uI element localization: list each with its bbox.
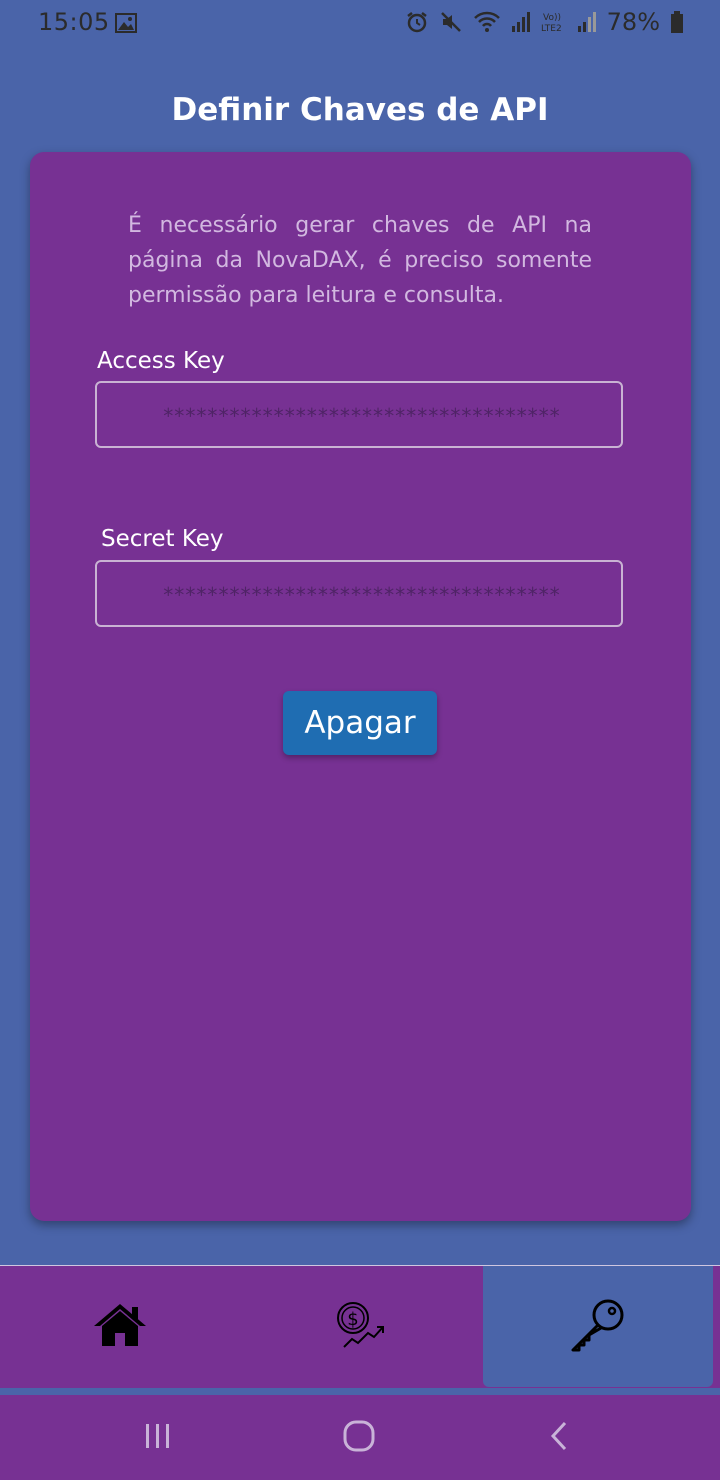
recent-apps-icon bbox=[143, 1422, 173, 1454]
access-key-input[interactable] bbox=[97, 383, 625, 448]
page-title: Definir Chaves de API bbox=[171, 92, 549, 128]
info-text: É necessário gerar chaves de API na pági… bbox=[128, 213, 592, 308]
back-nav-button[interactable] bbox=[520, 1395, 600, 1480]
dollar-growth-icon: $ bbox=[334, 1299, 386, 1355]
alarm-icon bbox=[405, 10, 429, 34]
status-icons: Vo)) LTE2 78% bbox=[405, 8, 684, 36]
battery-percent: 78% bbox=[606, 8, 660, 36]
back-icon bbox=[548, 1421, 572, 1455]
signal-icon bbox=[577, 11, 597, 33]
wifi-icon bbox=[473, 10, 501, 34]
key-icon bbox=[568, 1295, 628, 1359]
secret-key-label: Secret Key bbox=[101, 526, 224, 552]
svg-text:Vo)): Vo)) bbox=[543, 13, 561, 23]
secret-key-field[interactable] bbox=[95, 560, 625, 627]
tab-api-keys[interactable] bbox=[483, 1266, 713, 1387]
gallery-icon bbox=[115, 11, 137, 39]
home-nav-button[interactable] bbox=[319, 1395, 399, 1480]
bottom-tab-bar: $ bbox=[0, 1265, 720, 1388]
home-circle-icon bbox=[342, 1419, 376, 1457]
mute-icon bbox=[439, 10, 463, 34]
system-nav-bar bbox=[0, 1395, 720, 1480]
secret-key-input[interactable] bbox=[97, 562, 625, 627]
status-bar: 15:05 Vo)) LTE2 78% bbox=[0, 0, 720, 44]
signal-icon bbox=[511, 11, 531, 33]
tab-home[interactable] bbox=[0, 1266, 240, 1388]
home-icon bbox=[92, 1302, 148, 1352]
battery-icon bbox=[670, 10, 684, 34]
recent-apps-button[interactable] bbox=[118, 1395, 198, 1480]
access-key-label: Access Key bbox=[97, 348, 225, 374]
svg-text:LTE2: LTE2 bbox=[541, 24, 562, 34]
apagar-button[interactable]: Apagar bbox=[283, 691, 437, 755]
api-keys-card: É necessário gerar chaves de API na pági… bbox=[30, 152, 691, 1221]
svg-text:$: $ bbox=[347, 1309, 358, 1330]
status-time: 15:05 bbox=[38, 8, 110, 36]
access-key-field[interactable] bbox=[95, 381, 625, 448]
tab-investments[interactable]: $ bbox=[240, 1266, 480, 1388]
volte-lte2-icon: Vo)) LTE2 bbox=[541, 10, 567, 34]
